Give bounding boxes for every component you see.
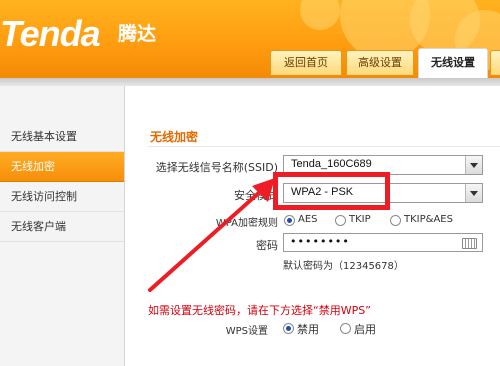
tab-wireless-settings[interactable]: 无线设置 — [418, 48, 488, 78]
sidebar-item-wireless-basic[interactable]: 无线基本设置 — [0, 122, 124, 152]
main-panel: 无线加密 选择无线信号名称(SSID) Tenda_160C689 安全模式 W… — [128, 90, 500, 366]
wpa-tkip-label: TKIP — [349, 214, 371, 225]
section-title: 无线加密 — [150, 130, 199, 144]
router-admin-page: Tenda 腾达 返回首页 高级设置 无线设置 无线基本设置 无线加密 无线访问… — [0, 0, 500, 366]
sidebar: 无线基本设置 无线加密 无线访问控制 无线客户端 — [0, 86, 125, 366]
password-label: 密码 — [256, 239, 278, 252]
header-separator — [0, 78, 500, 86]
password-value: •••••••• — [290, 235, 350, 248]
sidebar-item-access-control[interactable]: 无线访问控制 — [0, 182, 124, 212]
wps-label: WPS设置 — [225, 326, 268, 337]
password-input[interactable]: •••••••• — [283, 233, 483, 252]
wps-disable-label: 禁用 — [297, 323, 319, 336]
tab-overflow[interactable] — [490, 50, 500, 75]
header-decoration — [300, 0, 340, 30]
keyboard-icon[interactable] — [462, 238, 477, 249]
tab-advanced-settings[interactable]: 高级设置 — [346, 50, 414, 75]
default-password-hint: 默认密码为（12345678） — [283, 261, 404, 272]
security-mode-label: 安全模式 — [234, 189, 278, 202]
wpa-tkip-aes-label: TKIP&AES — [404, 214, 453, 225]
wps-disable-radio[interactable] — [283, 323, 294, 334]
sidebar-item-wireless-security[interactable]: 无线加密 — [0, 152, 124, 182]
wpa-tkip-radio[interactable] — [335, 215, 346, 226]
sidebar-item-wireless-clients[interactable]: 无线客户端 — [0, 212, 124, 242]
tenda-logo-cn: 腾达 — [118, 23, 157, 45]
wpa-aes-radio[interactable] — [284, 215, 295, 226]
security-mode-select[interactable]: WPA2 - PSK — [283, 183, 483, 203]
section-divider — [148, 146, 500, 147]
ssid-select[interactable]: Tenda_160C689 — [283, 155, 483, 175]
tenda-logo: Tenda — [0, 13, 101, 54]
ssid-value: Tenda_160C689 — [291, 158, 372, 170]
wpa-aes-label: AES — [298, 214, 318, 225]
header-bar: Tenda 腾达 返回首页 高级设置 无线设置 — [0, 0, 500, 78]
chevron-down-icon — [465, 184, 482, 202]
wpa-algorithm-label: WPA加密规则 — [215, 218, 278, 229]
chevron-down-icon — [465, 156, 482, 174]
security-mode-value: WPA2 - PSK — [291, 186, 354, 198]
wps-enable-radio[interactable] — [340, 323, 351, 334]
tab-home[interactable]: 返回首页 — [270, 50, 342, 75]
wps-note: 如需设置无线密码，请在下方选择“禁用WPS” — [148, 304, 371, 317]
wps-enable-label: 启用 — [354, 323, 376, 336]
wpa-tkip-aes-radio[interactable] — [390, 215, 401, 226]
ssid-label: 选择无线信号名称(SSID) — [155, 161, 278, 174]
